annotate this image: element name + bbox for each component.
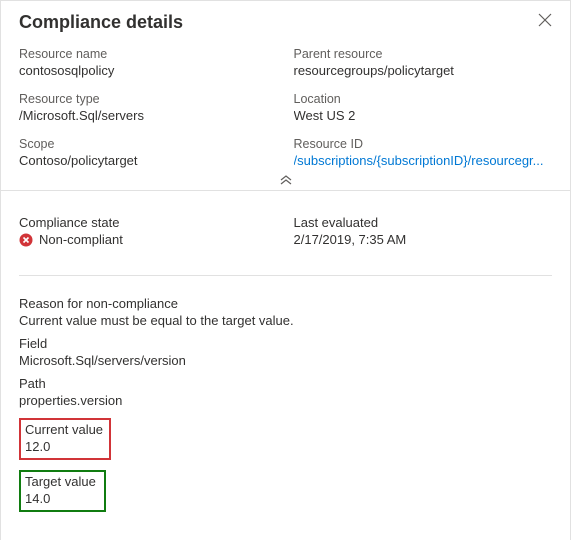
panel-header: Compliance details: [1, 1, 570, 39]
error-icon: [19, 233, 33, 247]
compliance-state-field: Compliance state Non-compliant: [19, 215, 278, 247]
compliance-state-label: Compliance state: [19, 215, 278, 230]
current-value-label: Current value: [25, 422, 103, 437]
path-block: Path properties.version: [19, 376, 552, 408]
last-evaluated-label: Last evaluated: [294, 215, 553, 230]
resource-name-value: contososqlpolicy: [19, 63, 278, 78]
target-value-label: Target value: [25, 474, 96, 489]
reason-section: Reason for non-compliance Current value …: [1, 276, 570, 512]
resource-name-field: Resource name contososqlpolicy: [19, 47, 278, 78]
target-value-box: Target value 14.0: [19, 470, 106, 512]
resource-id-field: Resource ID /subscriptions/{subscription…: [294, 137, 553, 168]
resource-name-label: Resource name: [19, 47, 278, 61]
resource-type-field: Resource type /Microsoft.Sql/servers: [19, 92, 278, 123]
path-value: properties.version: [19, 393, 552, 408]
location-label: Location: [294, 92, 553, 106]
resource-type-label: Resource type: [19, 92, 278, 106]
field-value: Microsoft.Sql/servers/version: [19, 353, 552, 368]
close-button[interactable]: [534, 11, 556, 33]
panel-title: Compliance details: [19, 12, 183, 33]
parent-resource-field: Parent resource resourcegroups/policytar…: [294, 47, 553, 78]
resource-id-link[interactable]: /subscriptions/{subscriptionID}/resource…: [294, 153, 553, 168]
resource-type-value: /Microsoft.Sql/servers: [19, 108, 278, 123]
parent-resource-value: resourcegroups/policytarget: [294, 63, 553, 78]
scope-value: Contoso/policytarget: [19, 153, 278, 168]
last-evaluated-value: 2/17/2019, 7:35 AM: [294, 232, 553, 247]
chevron-up-double-icon: [279, 174, 293, 188]
parent-resource-label: Parent resource: [294, 47, 553, 61]
reason-text: Current value must be equal to the targe…: [19, 313, 552, 328]
location-value: West US 2: [294, 108, 553, 123]
scope-label: Scope: [19, 137, 278, 151]
target-value: 14.0: [25, 491, 96, 506]
reason-heading: Reason for non-compliance: [19, 296, 552, 311]
last-evaluated-field: Last evaluated 2/17/2019, 7:35 AM: [294, 215, 553, 247]
field-block: Field Microsoft.Sql/servers/version: [19, 336, 552, 368]
compliance-state-value: Non-compliant: [39, 232, 123, 247]
reason-heading-block: Reason for non-compliance Current value …: [19, 296, 552, 328]
field-label: Field: [19, 336, 552, 351]
current-value-box: Current value 12.0: [19, 418, 111, 460]
compliance-summary: Compliance state Non-compliant Last eval…: [1, 191, 570, 257]
path-label: Path: [19, 376, 552, 391]
collapse-toggle[interactable]: [1, 168, 570, 191]
details-grid: Resource name contososqlpolicy Parent re…: [1, 39, 570, 168]
location-field: Location West US 2: [294, 92, 553, 123]
resource-id-label: Resource ID: [294, 137, 553, 151]
close-icon: [538, 14, 552, 31]
compliance-details-panel: Compliance details Resource name contoso…: [0, 0, 571, 540]
scope-field: Scope Contoso/policytarget: [19, 137, 278, 168]
current-value: 12.0: [25, 439, 103, 454]
